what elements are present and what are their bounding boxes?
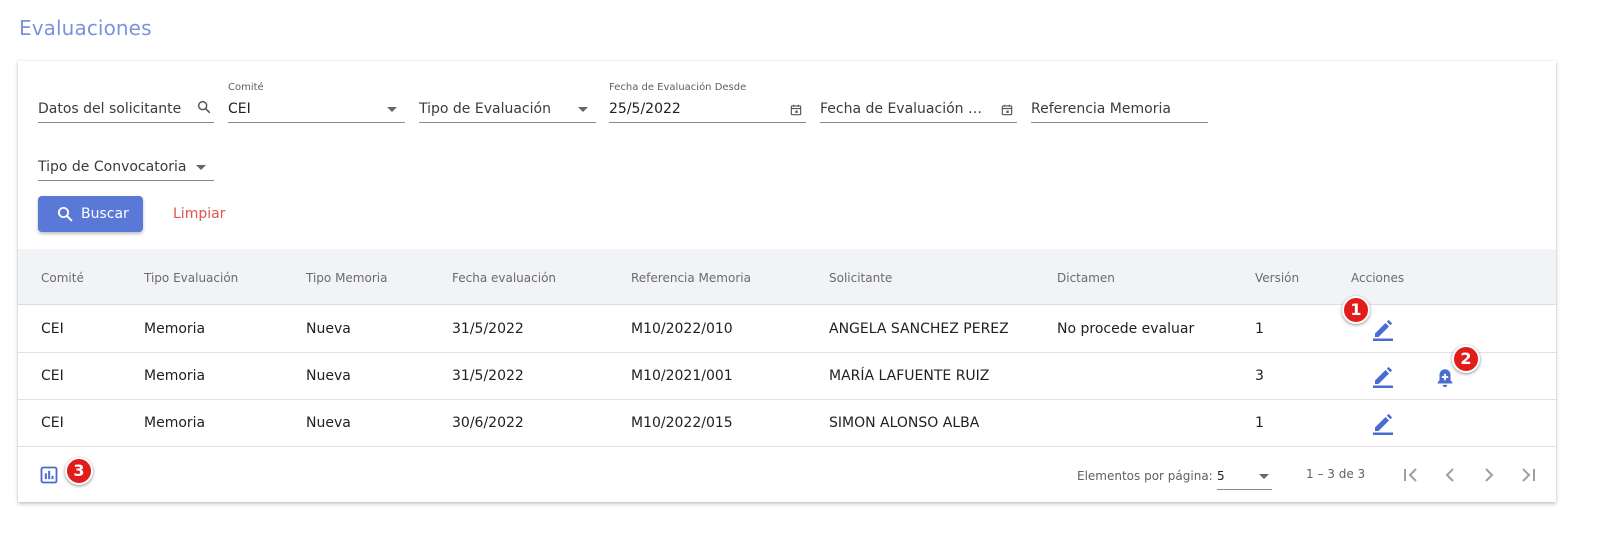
cell-tipo-memoria: Nueva: [306, 415, 351, 431]
last-page-icon[interactable]: [1516, 463, 1540, 487]
cell-fecha-evaluacion: 30/6/2022: [452, 415, 524, 431]
limpiar-button[interactable]: Limpiar: [173, 206, 225, 222]
add-alert-icon[interactable]: [1434, 367, 1456, 389]
column-header-referencia-memoria[interactable]: Referencia Memoria: [631, 271, 751, 285]
fecha-hasta-placeholder: Fecha de Evaluación Ha...: [820, 101, 992, 117]
cell-tipo-evaluacion: Memoria: [144, 415, 206, 431]
calendar-icon[interactable]: [1000, 103, 1014, 117]
fecha-desde-value: 25/5/2022: [609, 101, 681, 117]
fecha-desde-field[interactable]: Fecha de Evaluación Desde 25/5/2022: [609, 73, 806, 123]
buscar-label: Buscar: [81, 206, 129, 222]
previous-page-icon[interactable]: [1438, 463, 1462, 487]
table-row: CEI Memoria Nueva 31/5/2022 M10/2022/010…: [18, 306, 1556, 353]
tipo-evaluacion-placeholder: Tipo de Evaluación: [419, 101, 551, 117]
edit-icon[interactable]: [1371, 411, 1395, 435]
annotation-badge-2: 2: [1452, 345, 1480, 373]
column-header-version[interactable]: Versión: [1255, 271, 1299, 285]
cell-version: 3: [1255, 368, 1264, 384]
column-header-tipo-memoria[interactable]: Tipo Memoria: [306, 271, 387, 285]
edit-icon[interactable]: [1371, 364, 1395, 388]
buscar-button[interactable]: Buscar: [38, 196, 143, 232]
fecha-desde-label: Fecha de Evaluación Desde: [609, 82, 747, 93]
datos-solicitante-field[interactable]: Datos del solicitante: [38, 73, 214, 123]
tipo-convocatoria-placeholder: Tipo de Convocatoria: [38, 159, 187, 175]
annotation-badge-1: 1: [1342, 296, 1370, 324]
chevron-down-icon: [196, 165, 206, 170]
comite-value: CEI: [228, 101, 251, 117]
cell-tipo-evaluacion: Memoria: [144, 368, 206, 384]
edit-icon[interactable]: [1371, 317, 1395, 341]
column-header-comite[interactable]: Comité: [41, 271, 84, 285]
cell-referencia-memoria: M10/2022/015: [631, 415, 733, 431]
comite-label: Comité: [228, 82, 264, 93]
cell-solicitante: MARÍA LAFUENTE RUIZ: [829, 368, 990, 384]
next-page-icon[interactable]: [1477, 463, 1501, 487]
cell-comite: CEI: [41, 415, 64, 431]
table-row: CEI Memoria Nueva 31/5/2022 M10/2021/001…: [18, 353, 1556, 400]
datos-solicitante-placeholder: Datos del solicitante: [38, 101, 182, 117]
cell-version: 1: [1255, 415, 1264, 431]
chevron-down-icon: [1259, 474, 1269, 479]
table-header: Comité Tipo Evaluación Tipo Memoria Fech…: [18, 249, 1556, 305]
bar-chart-icon[interactable]: [39, 465, 59, 485]
search-icon[interactable]: [196, 99, 212, 115]
cell-tipo-memoria: Nueva: [306, 321, 351, 337]
items-per-page-value: 5: [1217, 469, 1225, 483]
cell-referencia-memoria: M10/2022/010: [631, 321, 733, 337]
column-header-dictamen[interactable]: Dictamen: [1057, 271, 1115, 285]
items-per-page-label: Elementos por página:: [1077, 469, 1213, 483]
first-page-icon[interactable]: [1399, 463, 1423, 487]
column-header-fecha-evaluacion[interactable]: Fecha evaluación: [452, 271, 556, 285]
tipo-evaluacion-select[interactable]: Tipo de Evaluación: [419, 73, 596, 123]
items-per-page-select[interactable]: 5: [1217, 463, 1272, 490]
column-header-acciones: Acciones: [1351, 271, 1405, 285]
cell-comite: CEI: [41, 368, 64, 384]
cell-tipo-memoria: Nueva: [306, 368, 351, 384]
cell-fecha-evaluacion: 31/5/2022: [452, 321, 524, 337]
cell-solicitante: ANGELA SANCHEZ PEREZ: [829, 321, 1009, 337]
search-icon: [57, 206, 73, 222]
cell-solicitante: SIMON ALONSO ALBA: [829, 415, 980, 431]
page-title: Evaluaciones: [19, 16, 152, 40]
chevron-down-icon: [387, 107, 397, 112]
referencia-memoria-placeholder: Referencia Memoria: [1031, 101, 1171, 117]
column-header-solicitante[interactable]: Solicitante: [829, 271, 892, 285]
evaluaciones-card: Datos del solicitante Comité CEI Tipo de…: [18, 61, 1556, 502]
referencia-memoria-field[interactable]: Referencia Memoria: [1031, 73, 1208, 123]
pagination-range: 1 – 3 de 3: [1306, 467, 1366, 481]
cell-dictamen: No procede evaluar: [1057, 321, 1195, 337]
cell-referencia-memoria: M10/2021/001: [631, 368, 733, 384]
cell-comite: CEI: [41, 321, 64, 337]
column-header-tipo-evaluacion[interactable]: Tipo Evaluación: [144, 271, 238, 285]
chevron-down-icon: [578, 107, 588, 112]
table-row: CEI Memoria Nueva 30/6/2022 M10/2022/015…: [18, 400, 1556, 447]
cell-tipo-evaluacion: Memoria: [144, 321, 206, 337]
comite-select[interactable]: Comité CEI: [228, 73, 405, 123]
cell-version: 1: [1255, 321, 1264, 337]
annotation-badge-3: 3: [65, 457, 93, 485]
fecha-hasta-field[interactable]: Fecha de Evaluación Ha...: [820, 73, 1017, 123]
cell-fecha-evaluacion: 31/5/2022: [452, 368, 524, 384]
tipo-convocatoria-select[interactable]: Tipo de Convocatoria: [38, 131, 214, 181]
calendar-icon[interactable]: [789, 103, 803, 117]
